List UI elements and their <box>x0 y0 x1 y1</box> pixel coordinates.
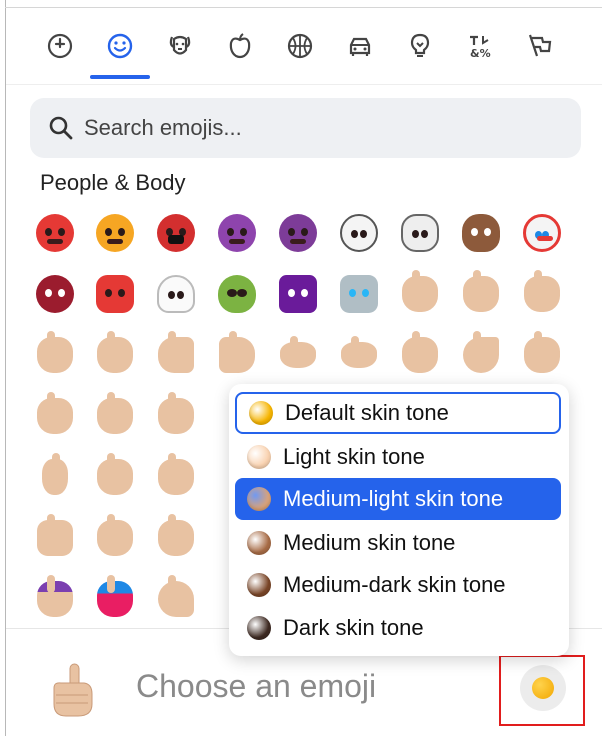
emoji-ghost[interactable] <box>151 269 201 319</box>
emoji-clown-face[interactable] <box>517 208 567 258</box>
skin-tone-swatch-icon <box>247 531 271 555</box>
emoji-raised-back-of-hand[interactable] <box>456 269 506 319</box>
flag-icon[interactable] <box>518 24 562 68</box>
category-bar: &% <box>30 20 590 80</box>
emoji-waving-hand[interactable] <box>395 269 445 319</box>
search-box[interactable] <box>30 98 581 158</box>
index-pointing-up-icon <box>53 663 93 717</box>
skin-tone-swatch-icon <box>249 401 273 425</box>
skin-tone-option-medium-dark[interactable]: Medium-dark skin tone <box>235 564 561 606</box>
dog-icon[interactable] <box>158 24 202 68</box>
emoji-robot[interactable] <box>334 269 384 319</box>
svg-text:&%: &% <box>470 47 491 60</box>
search-input[interactable] <box>82 114 556 142</box>
emoji-palm-up-hand[interactable] <box>334 330 384 380</box>
emoji-pinched-fingers[interactable] <box>456 330 506 380</box>
emoji-alien[interactable] <box>212 269 262 319</box>
emoji-ogre[interactable] <box>30 269 80 319</box>
emoji-victory-hand[interactable] <box>30 391 80 441</box>
emoji-palm-down-hand[interactable] <box>273 330 323 380</box>
skin-tone-option-light[interactable]: Light skin tone <box>235 436 561 478</box>
emoji-hand-with-fingers-splayed[interactable] <box>517 269 567 319</box>
emoji-right-facing-fist[interactable] <box>30 513 80 563</box>
emoji-alien-monster[interactable] <box>273 269 323 319</box>
skin-tone-swatch-icon <box>247 573 271 597</box>
emoji-clapping-hands[interactable] <box>90 513 140 563</box>
emoji-face-with-symbols[interactable] <box>151 208 201 258</box>
emoji-skull-and-crossbones[interactable] <box>395 208 445 258</box>
emoji-crossed-fingers[interactable] <box>90 391 140 441</box>
emoji-angry-devil[interactable] <box>273 208 323 258</box>
emoji-vulcan-salute[interactable] <box>90 330 140 380</box>
search-icon <box>49 116 73 140</box>
window-left-border <box>5 0 6 736</box>
emoji-index-pointing-up-2[interactable] <box>151 452 201 502</box>
default-skin-tone-icon <box>532 677 554 699</box>
active-category-indicator <box>90 75 150 79</box>
window-top-border <box>5 7 602 8</box>
emoji-index-pointing-up[interactable] <box>30 452 80 502</box>
emoji-raised-hand[interactable] <box>30 330 80 380</box>
emoji-nail-polish[interactable] <box>30 574 80 624</box>
section-title: People & Body <box>40 170 186 195</box>
preview-text: Choose an emoji <box>136 668 377 704</box>
emoji-backhand-index-pointing-down[interactable] <box>90 452 140 502</box>
emoji-goblin[interactable] <box>90 269 140 319</box>
emoji-rightwards-hand[interactable] <box>151 330 201 380</box>
apple-icon[interactable] <box>218 24 262 68</box>
skin-tone-option-default[interactable]: Default skin tone <box>235 392 561 434</box>
emoji-pile-of-poo[interactable] <box>456 208 506 258</box>
skin-tone-option-dark[interactable]: Dark skin tone <box>235 607 561 649</box>
emoji-angry-face[interactable] <box>30 208 80 258</box>
car-icon[interactable] <box>338 24 382 68</box>
emoji-pouting-face[interactable] <box>90 208 140 258</box>
emoji-ok-hand[interactable] <box>395 330 445 380</box>
clock-icon[interactable] <box>38 24 82 68</box>
skin-tone-option-medium-light[interactable]: Medium-light skin tone <box>235 478 561 520</box>
smiley-icon[interactable] <box>98 24 142 68</box>
emoji-skull[interactable] <box>334 208 384 258</box>
emoji-pinching-hand[interactable] <box>517 330 567 380</box>
emoji-leftwards-hand[interactable] <box>212 330 262 380</box>
emoji-selfie[interactable] <box>90 574 140 624</box>
skin-tone-menu: Default skin tone Light skin tone Medium… <box>229 384 569 656</box>
skin-tone-option-medium[interactable]: Medium skin tone <box>235 522 561 564</box>
skin-tone-swatch-icon <box>247 616 271 640</box>
skin-tone-swatch-icon <box>247 445 271 469</box>
lightbulb-icon[interactable] <box>398 24 442 68</box>
emoji-hand-with-index-finger-and-thumb-crossed[interactable] <box>151 391 201 441</box>
skin-tone-button[interactable] <box>520 665 566 711</box>
emoji-smiling-devil[interactable] <box>212 208 262 258</box>
emoji-raising-hands[interactable] <box>151 513 201 563</box>
emoji-flexed-biceps[interactable] <box>151 574 201 624</box>
symbols-icon[interactable]: &% <box>458 24 502 68</box>
category-divider <box>6 84 602 85</box>
skin-tone-swatch-icon <box>247 487 271 511</box>
basketball-icon[interactable] <box>278 24 322 68</box>
